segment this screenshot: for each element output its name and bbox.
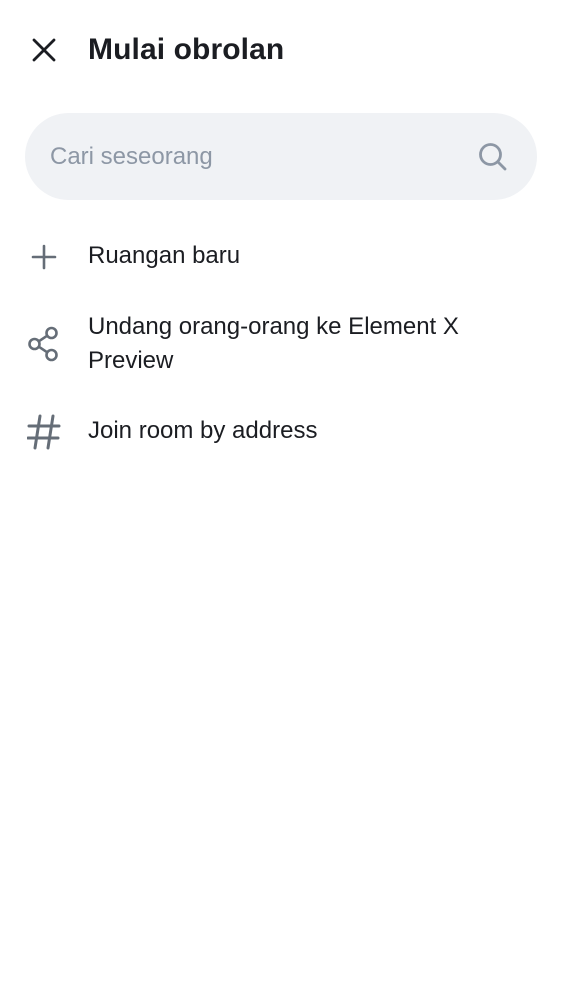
search-icon xyxy=(477,141,509,173)
share-icon xyxy=(26,326,62,362)
search-input[interactable] xyxy=(50,113,470,200)
close-icon xyxy=(32,38,56,62)
top-app-bar: Mulai obrolan xyxy=(0,0,562,100)
new-room-item[interactable]: Ruangan baru xyxy=(0,235,562,279)
search-bar[interactable] xyxy=(25,113,537,200)
join-room-by-address-label: Join room by address xyxy=(88,417,318,444)
new-room-label: Ruangan baru xyxy=(88,242,241,269)
plus-icon xyxy=(26,239,62,275)
invite-people-item[interactable]: Undang orang-orang ke Element X Preview xyxy=(0,306,562,382)
hashtag-icon xyxy=(26,414,62,450)
start-chat-screen: Mulai obrolan Ruangan baru Unda xyxy=(0,0,562,1000)
page-title: Mulai obrolan xyxy=(88,33,285,66)
close-button[interactable] xyxy=(22,28,66,72)
join-room-by-address-item[interactable]: Join room by address xyxy=(0,410,562,454)
invite-people-label: Undang orang-orang ke Element X Preview xyxy=(88,313,459,374)
